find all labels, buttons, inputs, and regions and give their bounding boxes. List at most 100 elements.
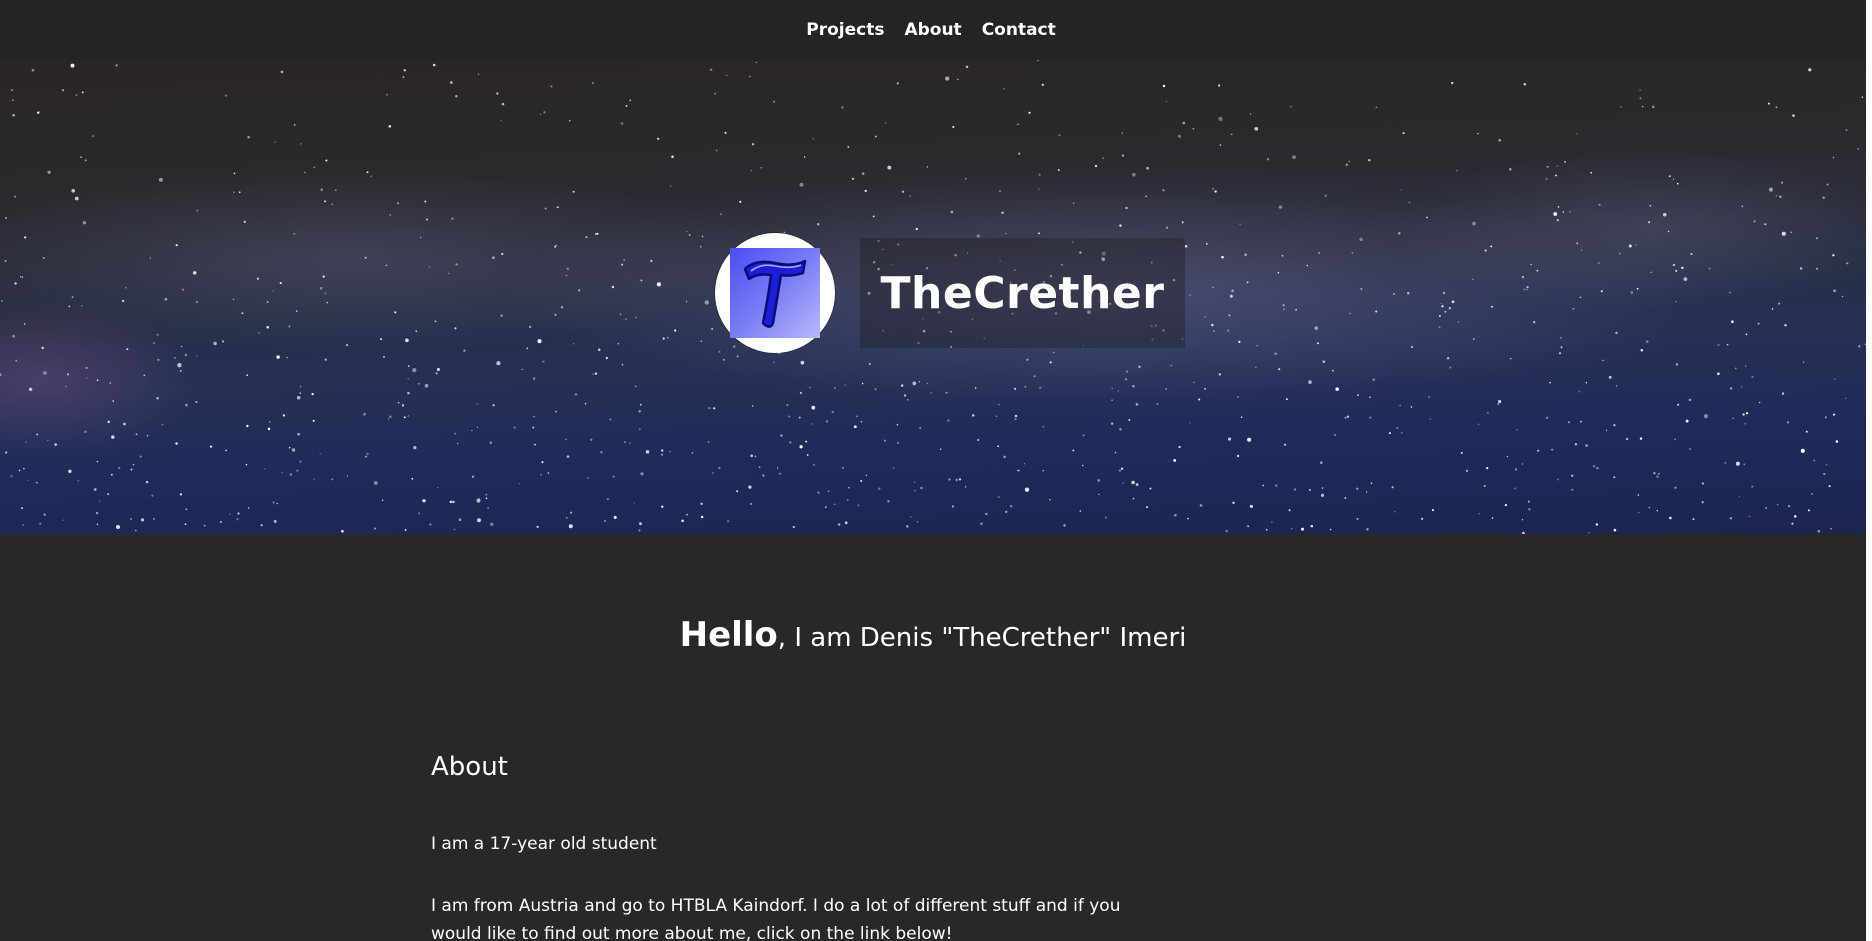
- star: [124, 286, 127, 289]
- star: [121, 299, 125, 303]
- star: [107, 493, 110, 496]
- star: [710, 68, 713, 71]
- star: [812, 138, 815, 140]
- avatar-logo: [730, 248, 820, 338]
- star: [412, 368, 417, 373]
- star: [1808, 68, 1812, 72]
- nav-link-contact[interactable]: Contact: [982, 20, 1056, 40]
- star: [1335, 387, 1339, 391]
- star: [1366, 491, 1368, 493]
- star: [93, 488, 97, 491]
- star: [1349, 312, 1351, 314]
- star: [998, 403, 1000, 406]
- star: [296, 469, 299, 472]
- star: [1221, 255, 1224, 259]
- star: [380, 338, 383, 341]
- star: [1731, 320, 1734, 323]
- star: [272, 501, 275, 504]
- star: [185, 508, 188, 511]
- star: [363, 412, 366, 416]
- star: [1218, 373, 1221, 376]
- hero-banner: TheCrether: [0, 60, 1866, 534]
- star: [760, 167, 762, 169]
- star: [714, 92, 716, 95]
- star: [247, 135, 250, 139]
- star: [945, 76, 950, 81]
- star: [1057, 169, 1060, 172]
- star: [1189, 422, 1191, 424]
- star: [123, 422, 126, 426]
- star: [404, 528, 407, 531]
- star: [1637, 511, 1640, 514]
- star: [518, 482, 521, 485]
- star: [856, 415, 858, 418]
- star: [238, 191, 241, 194]
- star: [1314, 326, 1319, 330]
- star: [799, 391, 803, 395]
- star: [1254, 126, 1259, 131]
- star: [1781, 231, 1786, 236]
- star: [435, 372, 438, 375]
- star: [428, 266, 430, 268]
- star: [1213, 330, 1215, 332]
- nav-link-projects[interactable]: Projects: [806, 20, 884, 40]
- star: [1058, 134, 1061, 137]
- star: [70, 63, 75, 68]
- star: [1832, 413, 1836, 416]
- star: [1321, 487, 1324, 489]
- star: [566, 455, 570, 458]
- star: [432, 63, 436, 67]
- star: [385, 264, 388, 267]
- star: [533, 415, 535, 418]
- star: [776, 467, 779, 469]
- star: [68, 469, 72, 473]
- star: [1636, 287, 1639, 290]
- star: [1816, 267, 1819, 270]
- star: [1559, 352, 1561, 355]
- star: [844, 521, 848, 525]
- star: [951, 505, 954, 508]
- star: [276, 355, 280, 359]
- star: [269, 421, 271, 423]
- star: [1748, 515, 1751, 518]
- star: [1787, 504, 1791, 508]
- star: [1824, 416, 1827, 419]
- star: [1410, 406, 1413, 408]
- star: [1444, 310, 1447, 313]
- star: [1285, 398, 1288, 401]
- star: [847, 499, 849, 501]
- star: [1588, 532, 1590, 534]
- star: [1554, 174, 1557, 177]
- star: [407, 378, 409, 380]
- star: [1228, 314, 1231, 317]
- star: [1308, 380, 1312, 384]
- star: [1602, 359, 1604, 362]
- star: [413, 446, 417, 450]
- star: [126, 348, 129, 351]
- star: [1649, 204, 1652, 207]
- star: [572, 343, 575, 345]
- star: [264, 468, 266, 470]
- star: [1674, 486, 1677, 489]
- star: [1516, 429, 1518, 431]
- star: [1375, 106, 1378, 109]
- nav-link-about[interactable]: About: [904, 20, 961, 40]
- star: [81, 305, 83, 307]
- star: [383, 355, 385, 358]
- star: [325, 159, 328, 162]
- star: [331, 478, 334, 481]
- star: [851, 177, 855, 181]
- star: [209, 445, 213, 448]
- star: [799, 445, 803, 449]
- page-scrollbar[interactable]: [1866, 0, 1872, 941]
- star: [22, 524, 24, 526]
- star: [96, 460, 99, 463]
- star: [750, 169, 752, 172]
- star: [489, 441, 492, 444]
- star: [1669, 516, 1672, 520]
- star: [1003, 455, 1006, 459]
- star: [995, 415, 998, 417]
- star: [1037, 60, 1039, 61]
- star: [236, 518, 239, 521]
- star: [324, 358, 327, 361]
